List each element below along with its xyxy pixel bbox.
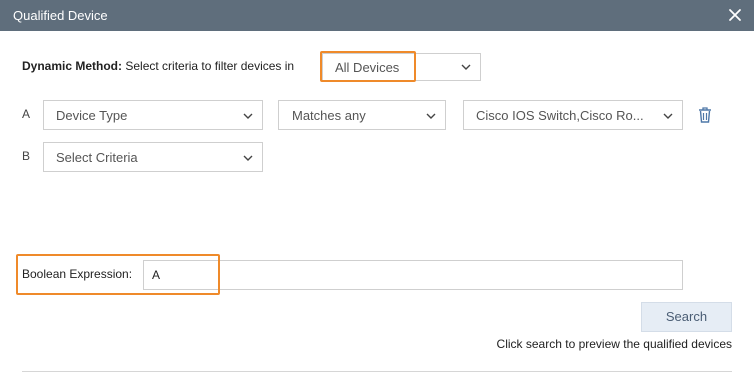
dialog-title: Qualified Device xyxy=(13,8,108,23)
criteria-b-letter: B xyxy=(22,149,31,163)
trash-icon[interactable] xyxy=(697,106,713,124)
criteria-a-field-select[interactable]: Device Type xyxy=(43,100,263,130)
dynamic-method-label: Dynamic Method: xyxy=(22,59,123,73)
scope-select-value: All Devices xyxy=(335,60,400,75)
criteria-a-letter: A xyxy=(22,107,31,121)
criteria-a-field-value: Device Type xyxy=(56,108,128,123)
chevron-down-icon xyxy=(461,64,471,70)
close-icon[interactable] xyxy=(728,8,742,22)
dynamic-method-description: Select criteria to filter devices in xyxy=(125,59,295,73)
criteria-a-value: Cisco IOS Switch,Cisco Ro... xyxy=(476,108,644,123)
boolean-expression-label: Boolean Expression: xyxy=(22,267,133,281)
criteria-a-operator-value: Matches any xyxy=(292,108,366,123)
dynamic-method-row: Dynamic Method: Select criteria to filte… xyxy=(22,59,294,73)
criteria-a-value-select[interactable]: Cisco IOS Switch,Cisco Ro... xyxy=(463,100,683,130)
divider xyxy=(22,371,732,372)
search-button[interactable]: Search xyxy=(641,302,732,332)
chevron-down-icon xyxy=(243,155,253,161)
search-hint: Click search to preview the qualified de… xyxy=(496,337,732,351)
boolean-expression-input[interactable] xyxy=(143,260,683,290)
criteria-b-field-select[interactable]: Select Criteria xyxy=(43,142,263,172)
criteria-a-operator-select[interactable]: Matches any xyxy=(278,100,446,130)
chevron-down-icon xyxy=(663,113,673,119)
criteria-b-field-value: Select Criteria xyxy=(56,150,138,165)
qualified-device-dialog: Qualified Device Dynamic Method: Select … xyxy=(0,0,754,375)
scope-select[interactable]: All Devices xyxy=(322,53,481,81)
chevron-down-icon xyxy=(426,113,436,119)
chevron-down-icon xyxy=(243,113,253,119)
dialog-titlebar: Qualified Device xyxy=(0,0,754,31)
